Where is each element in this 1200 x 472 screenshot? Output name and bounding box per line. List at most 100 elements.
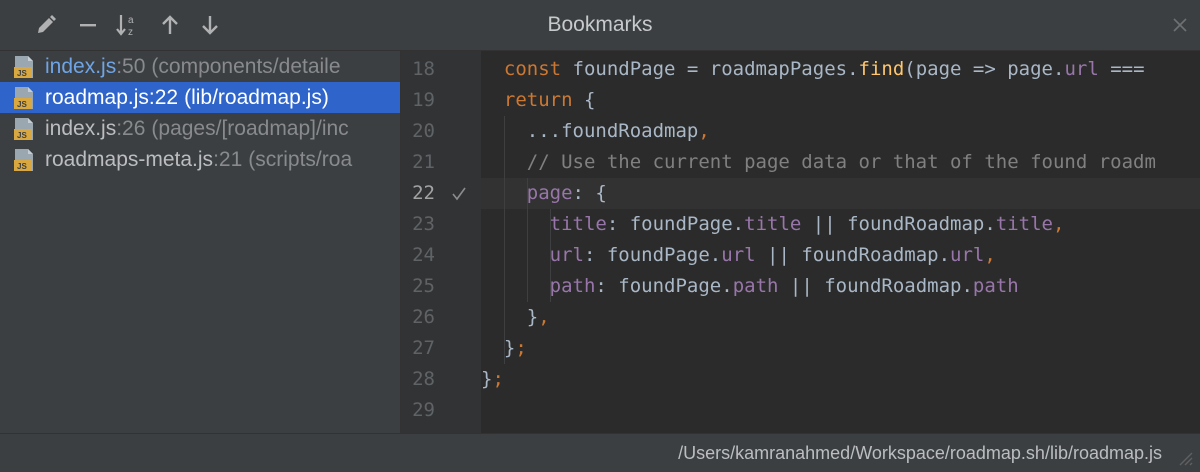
code-token: path [972,275,1019,297]
arrow-down-icon[interactable] [194,9,226,41]
line-number: 18 [412,58,435,80]
code-line[interactable]: 29 [401,395,1200,426]
code-token: } [481,368,493,390]
code-token: title [995,213,1053,235]
code-token: : foundPage. [595,275,733,297]
code-text: path: foundPage.path || foundRoadmap.pat… [481,271,1019,302]
code-token: path [549,275,596,297]
line-number: 22 [412,182,435,204]
status-bar: /Users/kamranahmed/Workspace/roadmap.sh/… [0,433,1200,472]
code-token: foundPage = roadmapPages. [572,58,859,80]
code-token: url [1064,58,1099,80]
code-token: find [858,58,905,80]
title-bar: a z Bookmarks [0,0,1200,51]
code-token: title [744,213,802,235]
code-token: // Use the current page data or that of … [481,151,1156,173]
js-file-icon: JS [13,55,45,79]
code-token: ; [515,337,527,359]
bookmark-path: (scripts/roa [248,147,353,171]
code-line[interactable]: 18 const foundPage = roadmapPages.find(p… [401,54,1200,85]
code-token: , [538,306,550,328]
code-text: }, [481,302,550,333]
code-token: || foundRoadmap. [801,213,996,235]
bookmark-item[interactable]: JS roadmap.js:22 (lib/roadmap.js) [0,82,400,113]
code-text: }; [481,364,504,395]
js-file-icon: JS [13,117,45,141]
line-number: 20 [412,120,435,142]
code-line[interactable]: 26 }, [401,302,1200,333]
code-text: ...foundRoadmap, [481,116,710,147]
bookmark-path: (components/detaile [151,54,341,78]
code-token: , [984,244,996,266]
code-line[interactable]: 27 }; [401,333,1200,364]
check-icon[interactable] [449,178,469,209]
code-line[interactable]: 20 ...foundRoadmap, [401,116,1200,147]
code-preview: 18 const foundPage = roadmapPages.find(p… [401,51,1200,433]
code-token: ; [492,368,504,390]
bookmark-path: (lib/roadmap.js) [184,85,329,109]
svg-text:JS: JS [17,100,27,109]
code-token: : foundPage. [606,213,745,235]
code-token: (page => page. [904,58,1065,80]
bookmark-file-name: index.js [45,116,117,140]
code-token: { [583,89,596,111]
code-line[interactable]: 25 path: foundPage.path || foundRoadmap.… [401,271,1200,302]
line-number: 27 [412,337,435,359]
bookmarks-window: a z Bookmarks JS index.js:50 (components/d… [0,0,1200,472]
bookmark-item[interactable]: JS index.js:50 (components/detaile [0,51,400,82]
line-number: 29 [412,399,435,421]
code-token: title [549,213,607,235]
line-number: 26 [412,306,435,328]
code-token: } [481,337,516,359]
code-text: page: { [481,178,607,209]
bookmark-line-number: :26 [116,116,146,140]
code-text: url: foundPage.url || foundRoadmap.url, [481,240,996,271]
minus-icon[interactable] [72,9,104,41]
code-line[interactable]: 22 page: { [401,178,1200,209]
code-token: , [698,120,710,142]
code-token: const [503,58,573,80]
line-number: 23 [412,213,435,235]
bookmark-file-name: roadmaps-meta.js [45,147,214,171]
sort-alpha-icon[interactable]: a z [112,9,144,41]
bookmark-line-number: :50 [116,54,146,78]
code-token: || foundRoadmap. [755,244,951,266]
edit-icon[interactable] [30,9,62,41]
bookmark-list: JS index.js:50 (components/detaile JS roadma… [0,51,401,433]
bookmark-item[interactable]: JS roadmaps-meta.js:21 (scripts/roa [0,144,400,175]
indent-guide [526,178,528,302]
code-line[interactable]: 23 title: foundPage.title || foundRoadma… [401,209,1200,240]
code-line[interactable]: 19 return { [401,85,1200,116]
code-line[interactable]: 28}; [401,364,1200,395]
resize-grip-icon[interactable] [1174,447,1194,467]
code-token: || foundRoadmap. [778,275,973,297]
svg-text:JS: JS [17,162,27,171]
code-text: title: foundPage.title || foundRoadmap.t… [481,209,1065,240]
line-number: 24 [412,244,435,266]
bookmark-line-number: :22 [148,85,179,109]
line-number: 21 [412,151,435,173]
close-icon[interactable] [1168,13,1192,37]
svg-text:JS: JS [17,131,27,140]
bookmark-line-number: :21 [213,147,243,171]
bookmark-path: (pages/[roadmap]/inc [151,116,349,140]
bookmark-item[interactable]: JS index.js:26 (pages/[roadmap]/inc [0,113,400,144]
code-line[interactable]: 21 // Use the current page data or that … [401,147,1200,178]
arrow-up-icon[interactable] [154,9,186,41]
code-line[interactable]: 24 url: foundPage.url || foundRoadmap.ur… [401,240,1200,271]
code-token: ...foundRoadmap [481,120,699,142]
code-token: } [481,306,539,328]
js-file-icon: JS [13,148,45,172]
line-number: 25 [412,275,435,297]
svg-text:JS: JS [17,69,27,78]
svg-text:z: z [128,27,133,38]
indent-guide [549,209,551,302]
code-token: , [1053,213,1065,235]
indent-guide [503,116,505,364]
bookmark-file-name: roadmap.js [45,85,149,109]
code-text: return { [481,85,596,116]
